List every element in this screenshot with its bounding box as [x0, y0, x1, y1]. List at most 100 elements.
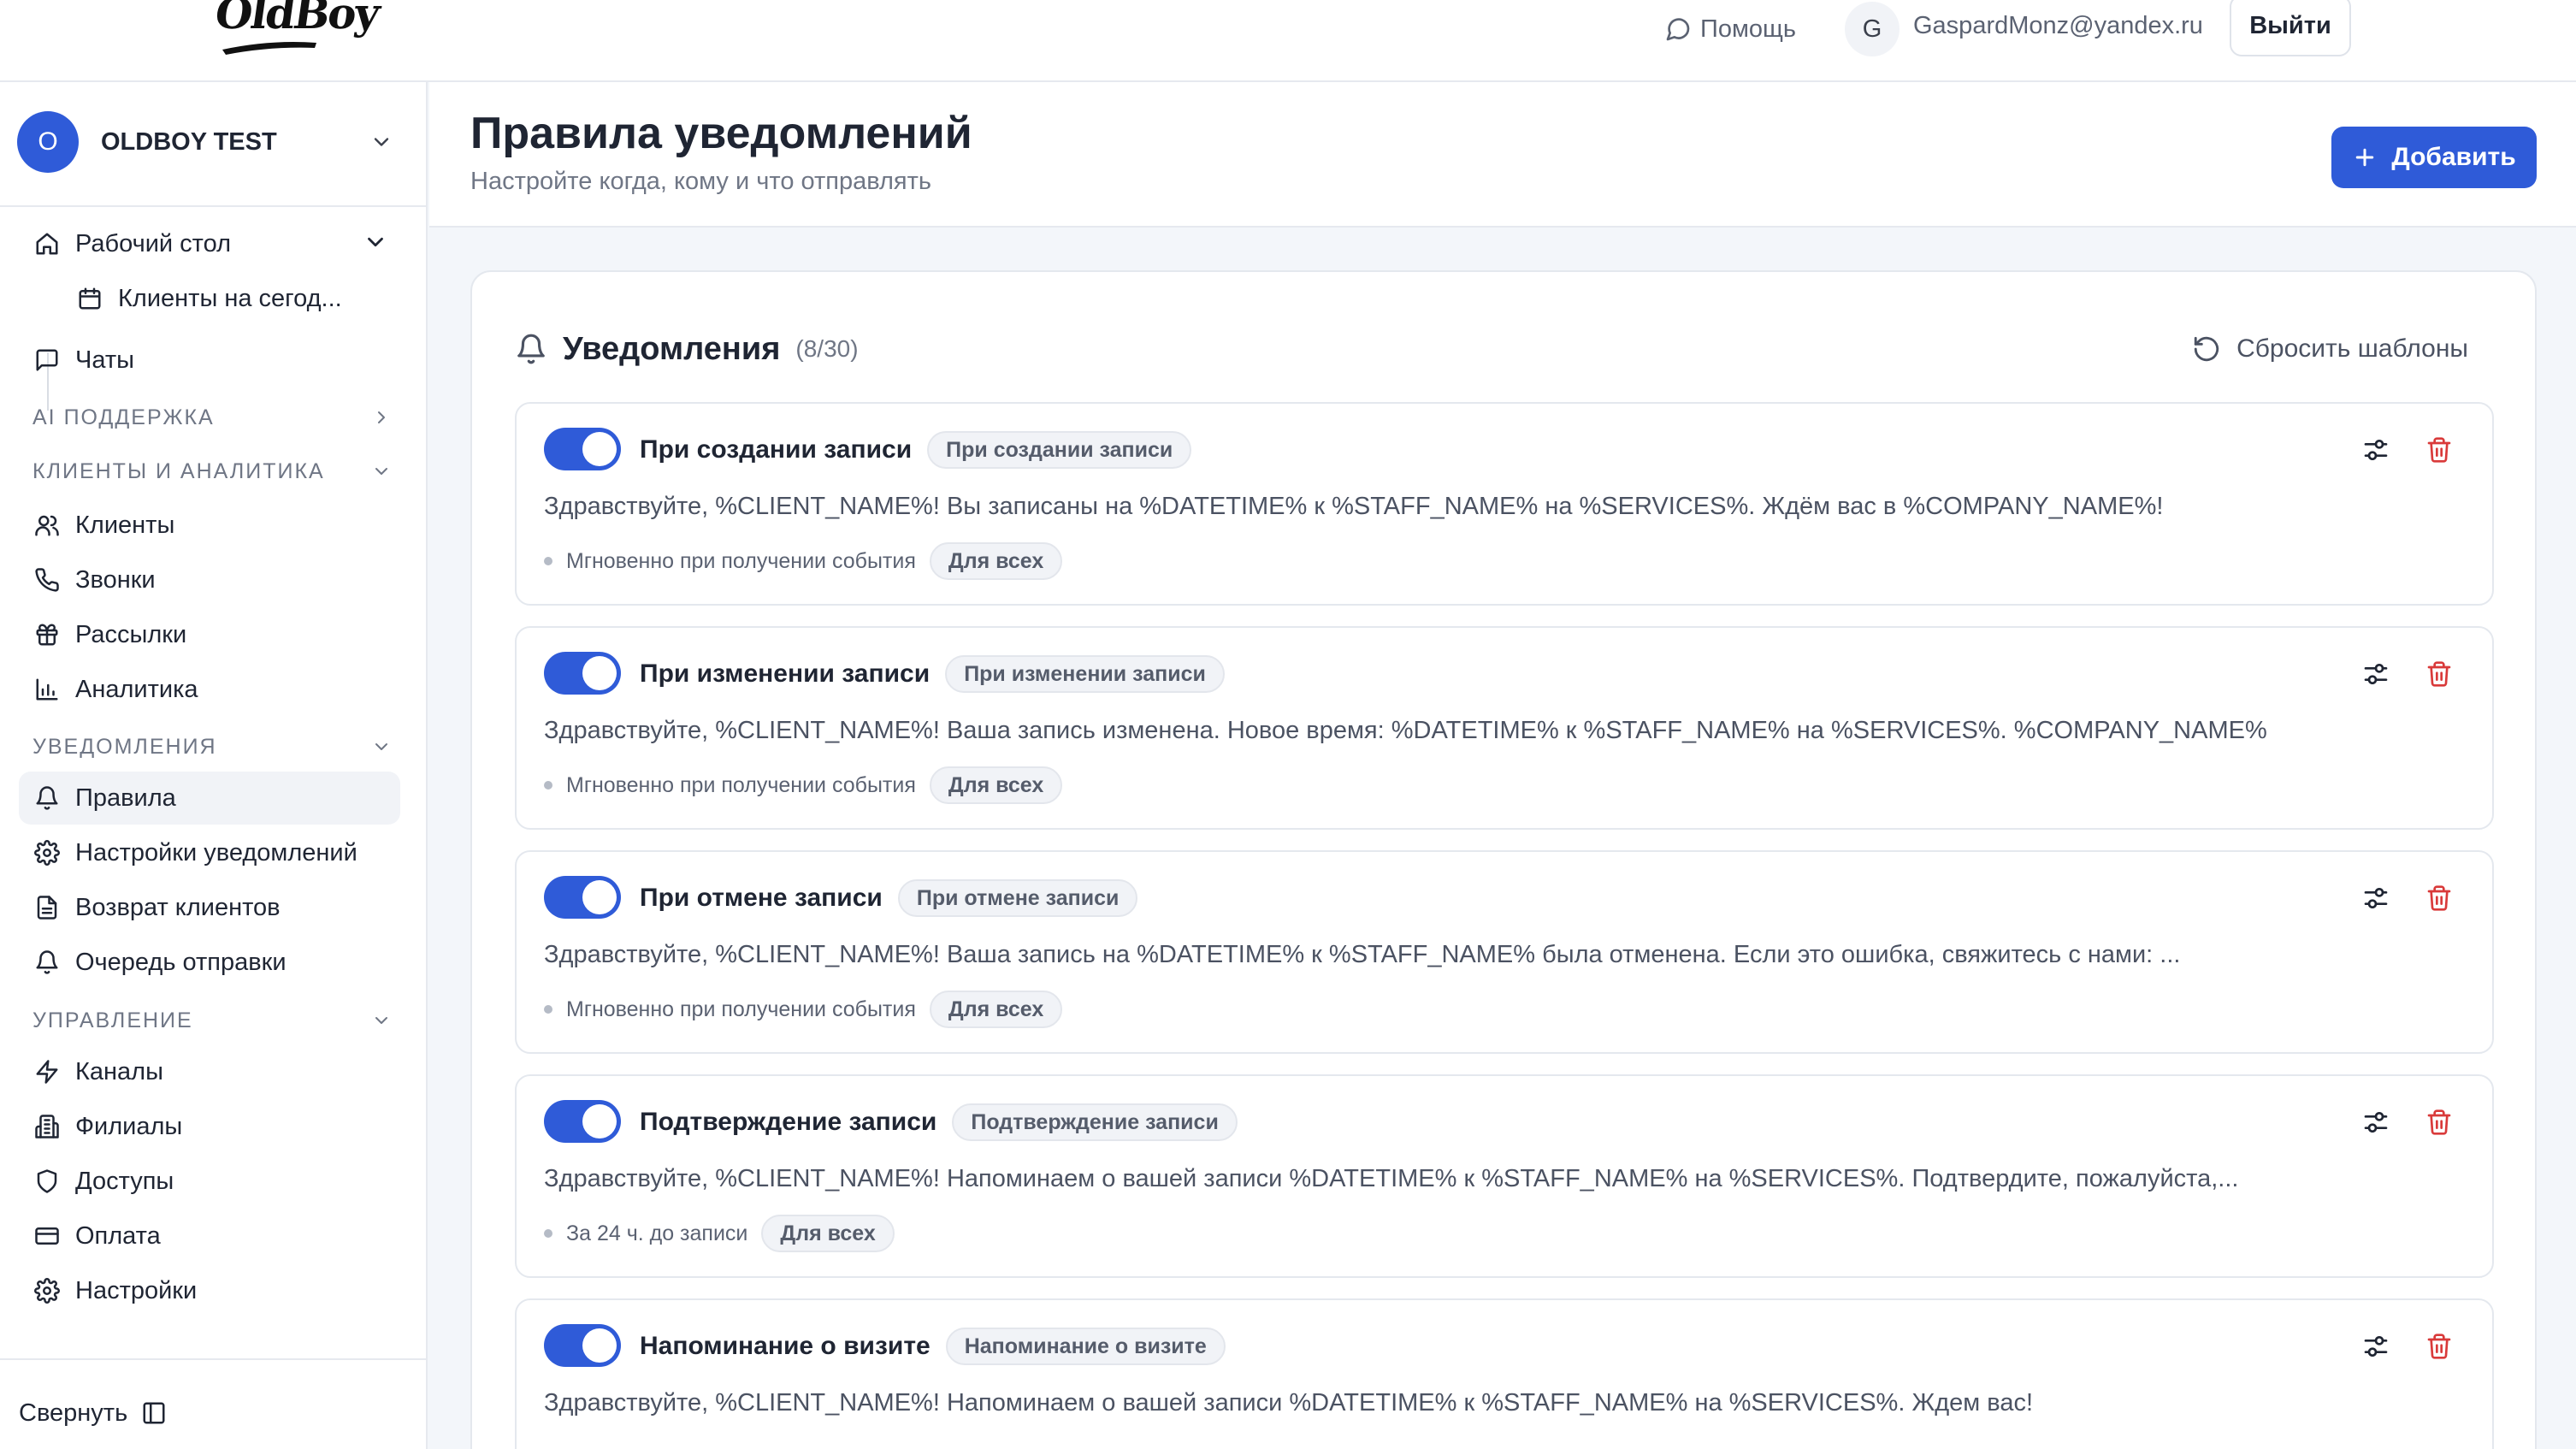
- sidebar-item-clients[interactable]: Клиенты: [19, 499, 400, 552]
- rule-enabled-toggle[interactable]: [544, 1324, 621, 1367]
- gear-icon: [32, 838, 62, 867]
- sidebar-item-chats[interactable]: Чаты: [19, 334, 400, 387]
- rule-enabled-toggle[interactable]: [544, 1100, 621, 1143]
- audience-badge: Для всех: [929, 766, 1063, 804]
- sidebar-item-analytics[interactable]: Аналитика: [19, 663, 400, 716]
- rule-actions: [2360, 1331, 2455, 1362]
- status-dot: [544, 1005, 552, 1014]
- user-email[interactable]: GaspardMonz@yandex.ru: [1913, 12, 2203, 40]
- lightning-icon: [32, 1057, 62, 1086]
- sidebar-item-client-return[interactable]: Возврат клиентов: [19, 881, 400, 934]
- page-title: Правила уведомлений: [470, 109, 972, 158]
- page-header: Правила уведомлений Настройте когда, ком…: [429, 82, 2576, 228]
- rule-delete-button[interactable]: [2424, 659, 2455, 689]
- status-dot: [544, 1229, 552, 1238]
- rule-settings-button[interactable]: [2360, 1107, 2391, 1138]
- section-management[interactable]: УПРАВЛЕНИЕ: [32, 1002, 392, 1039]
- calendar-icon: [75, 284, 104, 313]
- rule-settings-button[interactable]: [2360, 435, 2391, 465]
- sidebar-item-label: Настройки: [75, 1276, 198, 1304]
- rule-delete-button[interactable]: [2424, 883, 2455, 914]
- chevron-down-icon: [375, 1017, 387, 1024]
- rule-settings-button[interactable]: [2360, 883, 2391, 914]
- users-icon: [32, 511, 62, 540]
- rule-actions: [2360, 659, 2455, 689]
- rule-title: При изменении записи: [640, 659, 931, 688]
- sidebar-item-label: Рабочий стол: [75, 229, 232, 257]
- top-bar: OldBoy Помощь G GaspardMonz@yandex.ru Вы…: [0, 0, 2576, 82]
- chevron-down-icon: [368, 237, 383, 247]
- rule-title: Подтверждение записи: [640, 1108, 937, 1136]
- sidebar-item-label: Аналитика: [75, 675, 198, 703]
- sidebar-item-notification-settings[interactable]: Настройки уведомлений: [19, 826, 400, 879]
- rule-title-row: При создании записи При создании записи: [640, 429, 1192, 470]
- org-switcher[interactable]: O OLDBOY TEST: [17, 111, 400, 173]
- sliders-icon: [2364, 440, 2388, 460]
- sidebar-item-label: Филиалы: [75, 1112, 183, 1140]
- home-icon: [32, 229, 62, 258]
- rule-card: Напоминание о визите Напоминание о визит…: [515, 1298, 2494, 1449]
- rule-enabled-toggle[interactable]: [544, 652, 621, 695]
- rule-timing: За 24 ч. до записи: [566, 1221, 748, 1245]
- rule-message: Здравствуйте, %CLIENT_NAME%! Ваша запись…: [544, 941, 2181, 968]
- sliders-icon: [2364, 1112, 2388, 1133]
- sidebar-item-branches[interactable]: Филиалы: [19, 1100, 400, 1153]
- rule-enabled-toggle[interactable]: [544, 876, 621, 919]
- rule-title-row: Напоминание о визите Напоминание о визит…: [640, 1326, 1226, 1367]
- sidebar-item-access[interactable]: Доступы: [19, 1155, 400, 1208]
- building-icon: [32, 1112, 62, 1141]
- sidebar-item-calls[interactable]: Звонки: [19, 553, 400, 606]
- razor-logo-icon: [222, 42, 316, 55]
- chevron-right-icon: [378, 411, 385, 423]
- collapse-sidebar-button[interactable]: Свернуть: [19, 1389, 167, 1437]
- rule-enabled-toggle[interactable]: [544, 428, 621, 470]
- rule-delete-button[interactable]: [2424, 1331, 2455, 1362]
- rule-delete-button[interactable]: [2424, 435, 2455, 465]
- rule-settings-button[interactable]: [2360, 659, 2391, 689]
- sliders-icon: [2364, 888, 2388, 908]
- rule-settings-button[interactable]: [2360, 1331, 2391, 1362]
- user-avatar[interactable]: G: [1845, 2, 1900, 56]
- trash-icon: [2427, 1334, 2451, 1359]
- page-subtitle: Настройте когда, кому и что отправлять: [470, 168, 931, 195]
- audience-badge: Для всех: [929, 991, 1063, 1028]
- add-rule-button[interactable]: Добавить: [2331, 127, 2537, 188]
- help-link[interactable]: Помощь: [1664, 12, 1796, 46]
- sidebar-divider: [0, 205, 428, 207]
- sliders-icon: [2364, 1336, 2388, 1357]
- bell-icon: [517, 334, 545, 364]
- bell-icon: [32, 784, 62, 813]
- sliders-icon: [2364, 664, 2388, 684]
- section-label: УВЕДОМЛЕНИЯ: [32, 734, 217, 759]
- sidebar-item-desktop[interactable]: Рабочий стол: [19, 217, 400, 270]
- section-label: КЛИЕНТЫ И АНАЛИТИКА: [32, 458, 325, 483]
- toggle-knob: [582, 1104, 617, 1138]
- logout-button[interactable]: Выйти: [2230, 0, 2351, 56]
- sidebar-item-send-queue[interactable]: Очередь отправки: [19, 936, 400, 989]
- event-badge: При изменении записи: [945, 655, 1225, 693]
- rule-delete-button[interactable]: [2424, 1107, 2455, 1138]
- org-name: OLDBOY TEST: [101, 127, 277, 156]
- section-ai-support[interactable]: AI ПОДДЕРЖКА: [32, 399, 392, 436]
- section-clients-analytics[interactable]: КЛИЕНТЫ И АНАЛИТИКА: [32, 452, 392, 490]
- section-notifications[interactable]: УВЕДОМЛЕНИЯ: [32, 728, 392, 766]
- reset-templates-button[interactable]: Сбросить шаблоны: [2192, 325, 2468, 373]
- app-logo[interactable]: OldBoy: [212, 0, 381, 38]
- sidebar-item-payment[interactable]: Оплата: [19, 1209, 400, 1263]
- sidebar-item-channels[interactable]: Каналы: [19, 1045, 400, 1098]
- sidebar-item-settings[interactable]: Настройки: [19, 1264, 400, 1317]
- bell-icon: [32, 948, 62, 977]
- rule-card: Подтверждение записи Подтверждение запис…: [515, 1074, 2494, 1278]
- bar-chart-icon: [32, 675, 62, 704]
- gift-icon: [32, 620, 62, 649]
- sidebar-item-rules[interactable]: Правила: [19, 772, 400, 825]
- shield-icon: [32, 1167, 62, 1196]
- rule-actions: [2360, 435, 2455, 465]
- audience-badge: Для всех: [761, 1215, 895, 1252]
- sidebar-item-label: Клиенты: [75, 511, 175, 539]
- rule-timing: Мгновенно при получении события: [566, 997, 916, 1021]
- sidebar-item-mailings[interactable]: Рассылки: [19, 608, 400, 661]
- sidebar-item-today-clients[interactable]: Клиенты на сегод...: [62, 272, 400, 325]
- rotate-ccw-icon: [2194, 336, 2219, 362]
- collapse-label: Свернуть: [19, 1399, 128, 1427]
